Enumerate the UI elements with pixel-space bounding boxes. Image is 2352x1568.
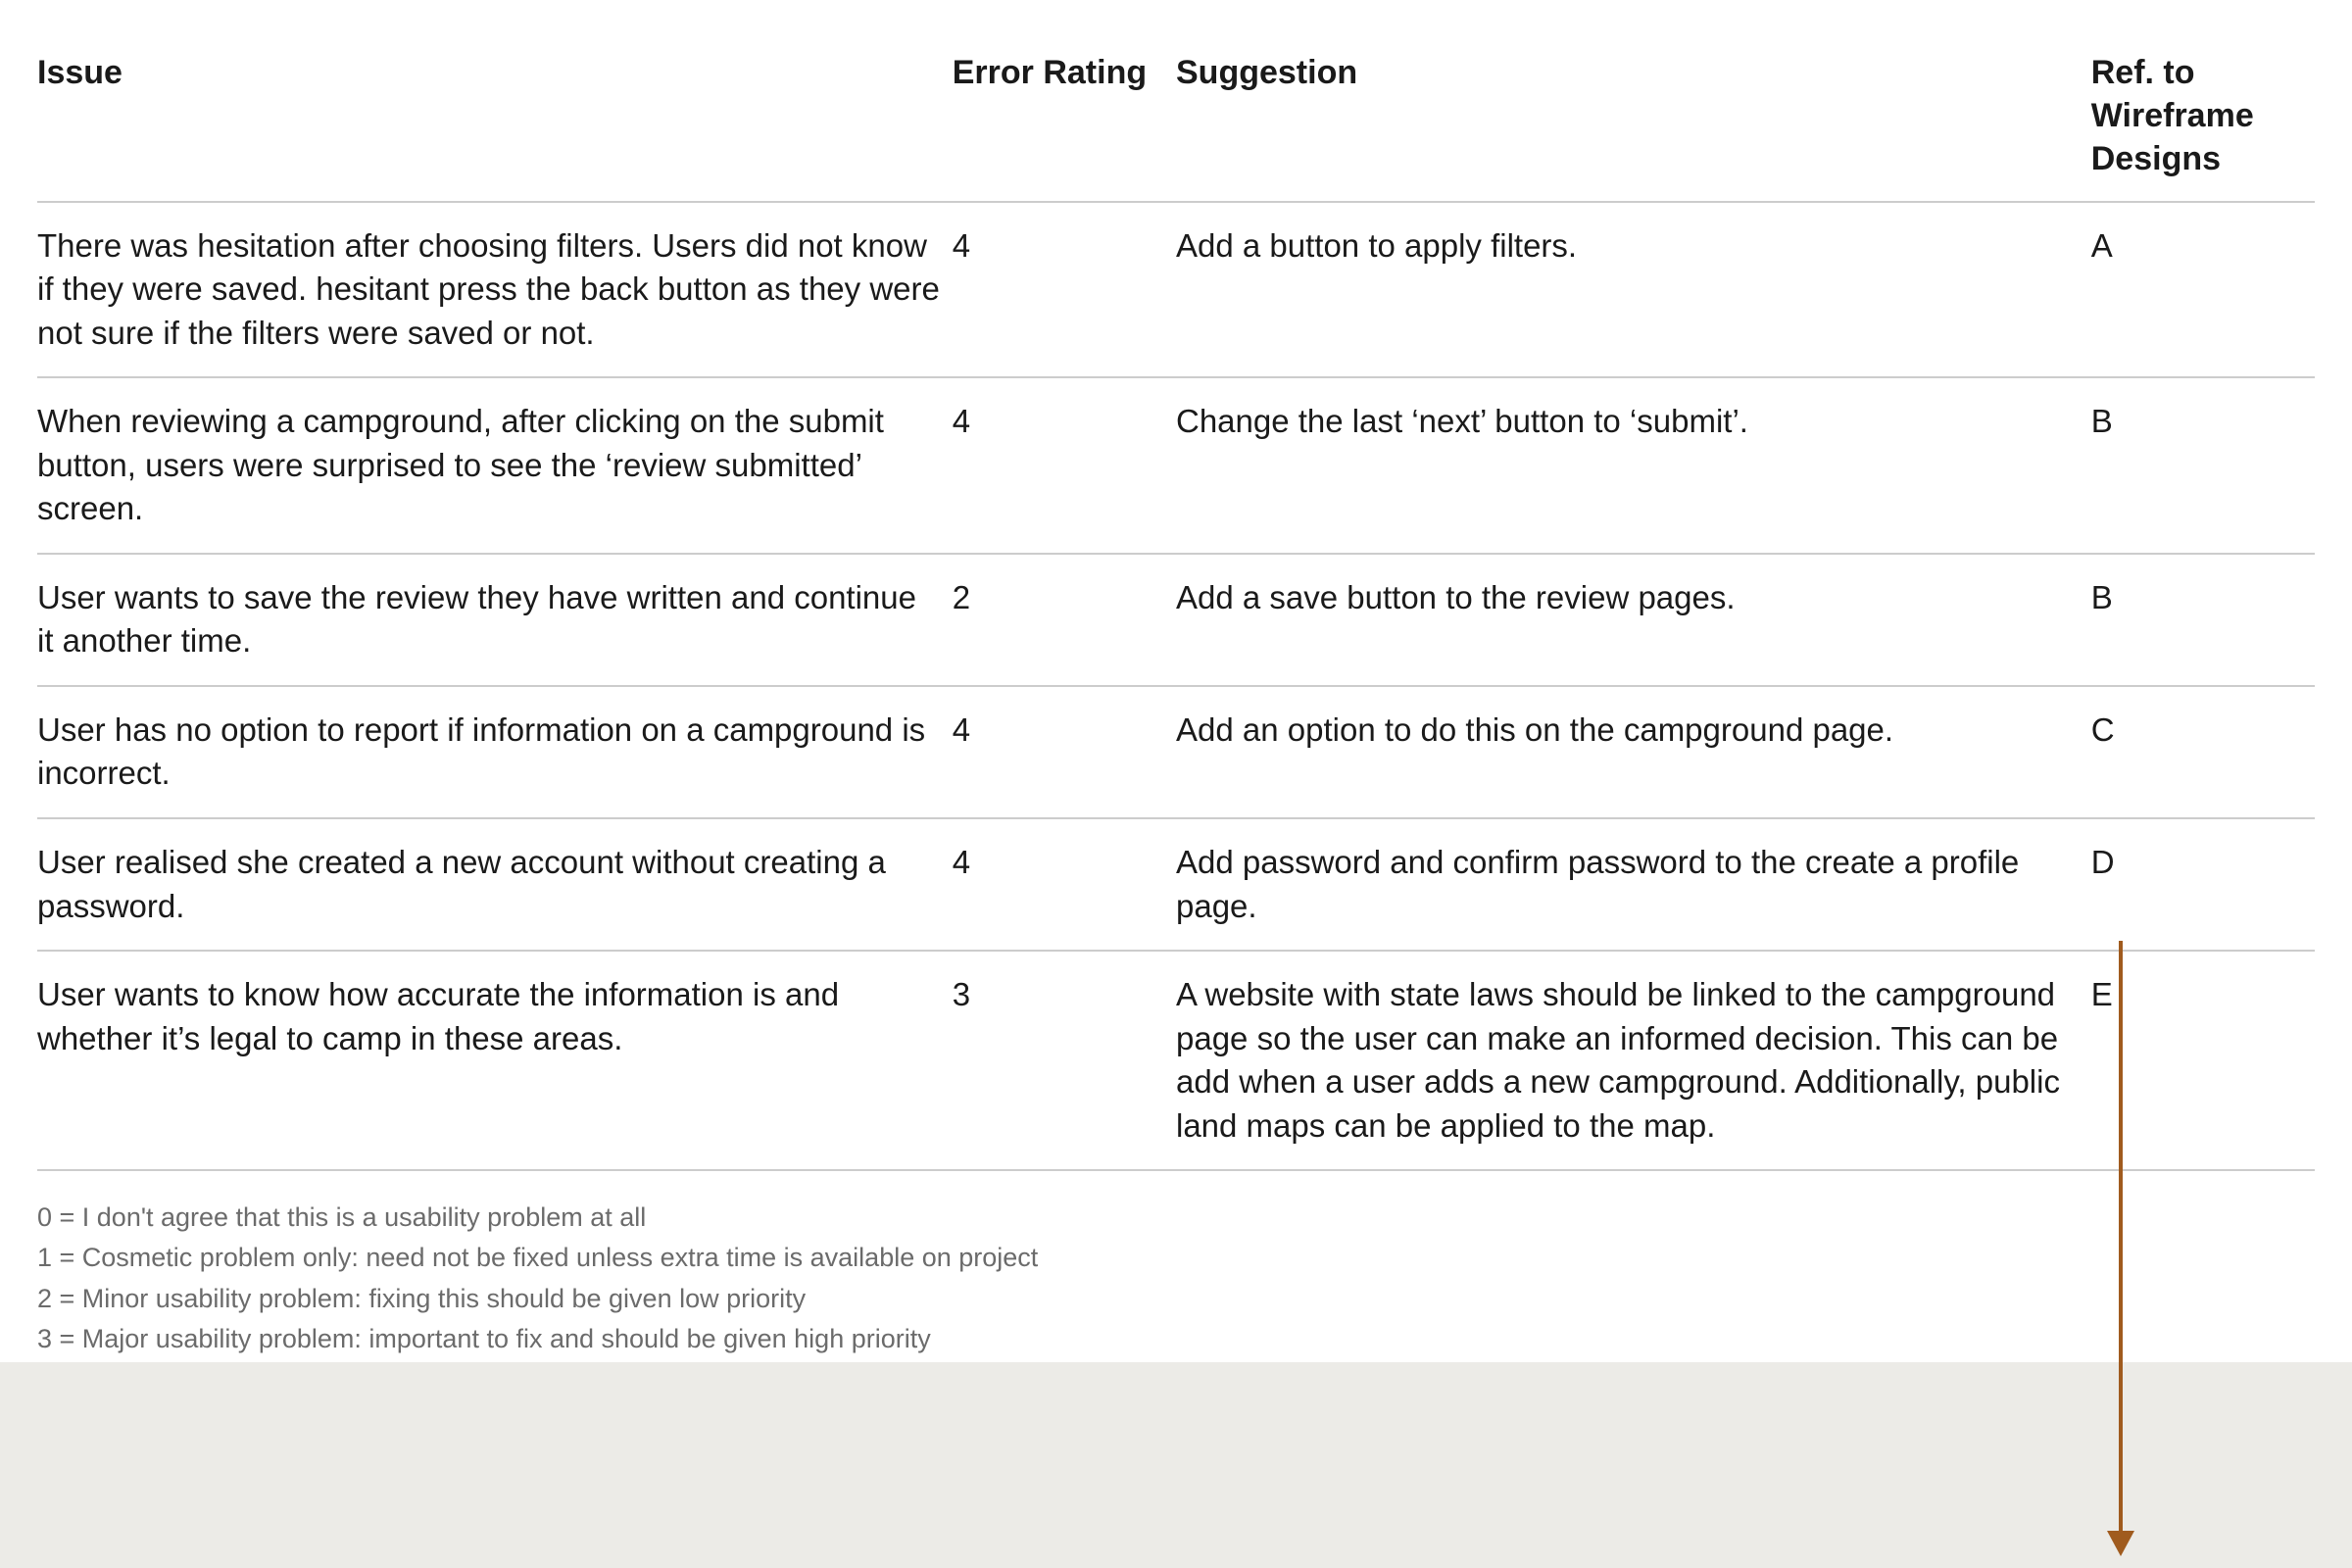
cell-suggestion: Add a save button to the review pages. <box>1176 554 2091 686</box>
legend-line: 1 = Cosmetic problem only: need not be f… <box>37 1239 2315 1277</box>
cell-issue: When reviewing a campground, after click… <box>37 377 953 554</box>
legend-line: 3 = Major usability problem: important t… <box>37 1320 2315 1358</box>
table-row: When reviewing a campground, after click… <box>37 377 2315 554</box>
cell-issue: User wants to save the review they have … <box>37 554 953 686</box>
cell-ref: B <box>2091 554 2315 686</box>
cell-ref: A <box>2091 202 2315 378</box>
usability-table: Issue Error Rating Suggestion Ref. to Wi… <box>37 39 2315 1171</box>
table-row: User wants to know how accurate the info… <box>37 951 2315 1170</box>
page: Issue Error Rating Suggestion Ref. to Wi… <box>0 0 2352 1568</box>
cell-issue: User realised she created a new account … <box>37 818 953 951</box>
table-row: User has no option to report if informat… <box>37 686 2315 818</box>
cell-rating: 4 <box>953 686 1176 818</box>
scroll-arrow-line <box>2119 941 2123 1539</box>
table-row: There was hesitation after choosing filt… <box>37 202 2315 378</box>
legend-line: 0 = I don't agree that this is a usabili… <box>37 1199 2315 1237</box>
cell-suggestion: A website with state laws should be link… <box>1176 951 2091 1170</box>
table-row: User realised she created a new account … <box>37 818 2315 951</box>
page-footer-band <box>0 1362 2352 1568</box>
cell-rating: 4 <box>953 818 1176 951</box>
cell-ref: D <box>2091 818 2315 951</box>
cell-suggestion: Add password and confirm password to the… <box>1176 818 2091 951</box>
table-header-row: Issue Error Rating Suggestion Ref. to Wi… <box>37 39 2315 202</box>
col-header-rating: Error Rating <box>953 39 1176 202</box>
cell-rating: 3 <box>953 951 1176 1170</box>
cell-issue: User wants to know how accurate the info… <box>37 951 953 1170</box>
cell-rating: 4 <box>953 377 1176 554</box>
cell-ref: C <box>2091 686 2315 818</box>
cell-ref: E <box>2091 951 2315 1170</box>
cell-suggestion: Change the last ‘next’ button to ‘submit… <box>1176 377 2091 554</box>
col-header-issue: Issue <box>37 39 953 202</box>
table-row: User wants to save the review they have … <box>37 554 2315 686</box>
cell-rating: 4 <box>953 202 1176 378</box>
cell-suggestion: Add a button to apply filters. <box>1176 202 2091 378</box>
cell-issue: There was hesitation after choosing filt… <box>37 202 953 378</box>
col-header-ref: Ref. to Wireframe Designs <box>2091 39 2315 202</box>
cell-issue: User has no option to report if informat… <box>37 686 953 818</box>
col-header-suggestion: Suggestion <box>1176 39 2091 202</box>
cell-rating: 2 <box>953 554 1176 686</box>
cell-ref: B <box>2091 377 2315 554</box>
chevron-down-icon <box>2107 1531 2134 1556</box>
legend-line: 2 = Minor usability problem: fixing this… <box>37 1280 2315 1318</box>
cell-suggestion: Add an option to do this on the campgrou… <box>1176 686 2091 818</box>
